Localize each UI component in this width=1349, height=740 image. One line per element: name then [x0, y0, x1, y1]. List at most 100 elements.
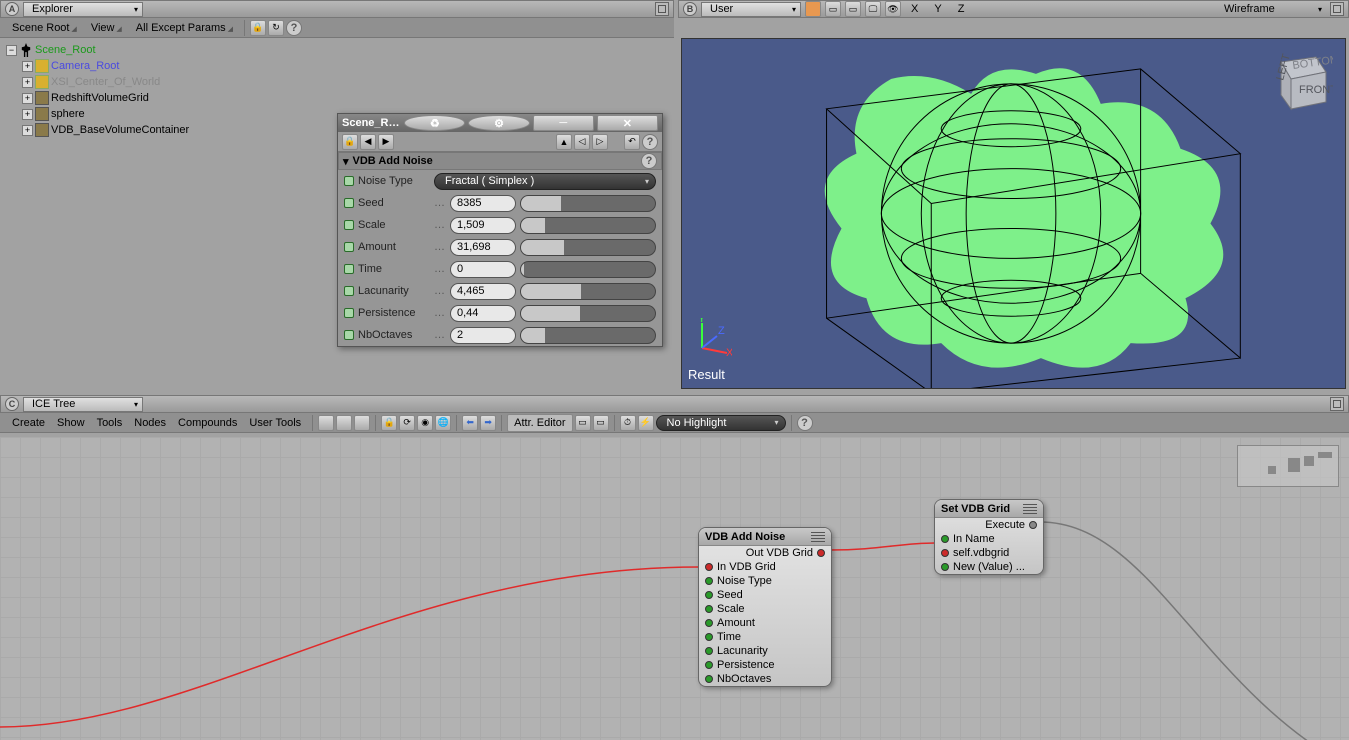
param-value-input[interactable]: 2 [450, 327, 516, 344]
vp-btn-3[interactable]: ▭ [845, 1, 861, 17]
noise-type-dropdown[interactable]: Fractal ( Simplex ) [434, 173, 656, 190]
prev-icon[interactable]: ◀ [360, 134, 376, 150]
node-header[interactable]: VDB Add Noise [699, 528, 831, 546]
back-icon[interactable]: ◁ [574, 134, 590, 150]
param-value-input[interactable]: 1,509 [450, 217, 516, 234]
param-value-input[interactable]: 31,698 [450, 239, 516, 256]
param-value-input[interactable]: 0,44 [450, 305, 516, 322]
in-port[interactable]: NbOctaves [699, 672, 831, 686]
expand-icon[interactable]: + [22, 109, 33, 120]
in-port[interactable]: In VDB Grid [699, 560, 831, 574]
vp-btn-2[interactable]: ▭ [825, 1, 841, 17]
maximize-button[interactable] [1330, 397, 1344, 411]
nav-fwd-icon[interactable]: ➡ [480, 415, 496, 431]
scope-menu[interactable]: Scene Root [6, 22, 83, 34]
param-value-input[interactable]: 8385 [450, 195, 516, 212]
filter-menu[interactable]: All Except Params [130, 22, 239, 34]
tb-icon[interactable]: ▭ [593, 415, 609, 431]
anim-divot[interactable] [344, 264, 354, 274]
fwd-icon[interactable]: ▷ [592, 134, 608, 150]
axis-z-btn[interactable]: Z [952, 3, 971, 15]
in-port[interactable]: Time [699, 630, 831, 644]
in-port[interactable]: Lacunarity [699, 644, 831, 658]
eye-icon[interactable]: 👁 [885, 1, 901, 17]
tree-item[interactable]: + XSI_Center_Of_World [6, 74, 668, 90]
bolt-icon[interactable]: ⚡ [638, 415, 654, 431]
help-icon[interactable]: ? [641, 153, 657, 169]
timer-icon[interactable]: ⏱ [620, 415, 636, 431]
highlight-dropdown[interactable]: No Highlight [656, 415, 786, 431]
ice-menu[interactable]: Compounds [172, 417, 243, 429]
next-icon[interactable]: ▶ [378, 134, 394, 150]
tb-icon[interactable]: ▭ [575, 415, 591, 431]
view-dropdown-explorer[interactable]: Explorer [23, 2, 143, 17]
in-port[interactable]: Scale [699, 602, 831, 616]
view-menu[interactable]: View [85, 22, 128, 34]
close-icon[interactable]: ✕ [597, 115, 658, 131]
ice-graph-view[interactable]: VDB Add Noise Out VDB Grid In VDB GridNo… [0, 437, 1349, 740]
anim-divot[interactable] [344, 330, 354, 340]
anim-divot[interactable] [344, 176, 354, 186]
refresh-icon[interactable]: ⟳ [399, 415, 415, 431]
param-slider[interactable] [520, 239, 656, 256]
attr-editor-btn[interactable]: Attr. Editor [507, 414, 572, 432]
in-port[interactable]: Persistence [699, 658, 831, 672]
camera-dropdown[interactable]: User [701, 2, 801, 17]
anim-divot[interactable] [344, 220, 354, 230]
collapse-icon[interactable]: − [6, 45, 17, 56]
in-port[interactable]: Noise Type [699, 574, 831, 588]
anim-divot[interactable] [344, 198, 354, 208]
maximize-button[interactable] [1330, 2, 1344, 16]
out-port[interactable]: Out VDB Grid [699, 546, 831, 560]
help-icon[interactable]: ? [642, 134, 658, 150]
expand-icon[interactable]: + [22, 93, 33, 104]
ice-menu[interactable]: Tools [91, 417, 129, 429]
node-menu-icon[interactable] [1023, 504, 1037, 514]
view-cube[interactable]: LEFT FRONT BOTTOM [1261, 47, 1333, 119]
ice-menu[interactable]: User Tools [243, 417, 307, 429]
tb-icon[interactable] [336, 415, 352, 431]
gear-icon[interactable]: ⚙ [468, 115, 529, 131]
monitor-icon[interactable]: 🖵 [865, 1, 881, 17]
anim-divot[interactable] [344, 286, 354, 296]
vp-btn-1[interactable] [805, 1, 821, 17]
ice-menu[interactable]: Nodes [128, 417, 172, 429]
tree-root[interactable]: − Scene_Root [6, 42, 668, 58]
anim-divot[interactable] [344, 242, 354, 252]
expand-icon[interactable]: + [22, 125, 33, 136]
tree-item[interactable]: + Camera_Root [6, 58, 668, 74]
param-slider[interactable] [520, 217, 656, 234]
in-port[interactable]: Amount [699, 616, 831, 630]
expand-icon[interactable]: + [22, 77, 33, 88]
3d-viewport[interactable]: Y X Z Result LEFT FRONT BOTTOM [681, 38, 1346, 389]
undo-icon[interactable]: ↶ [624, 134, 640, 150]
in-port[interactable]: New (Value) ... [935, 560, 1043, 574]
panel-letter-a[interactable]: A [5, 2, 19, 16]
globe-icon[interactable]: 🌐 [435, 415, 451, 431]
anim-divot[interactable] [344, 308, 354, 318]
tb-icon[interactable] [354, 415, 370, 431]
lock-icon[interactable]: 🔒 [250, 20, 266, 36]
nav-back-icon[interactable]: ⬅ [462, 415, 478, 431]
param-slider[interactable] [520, 261, 656, 278]
node-header[interactable]: Set VDB Grid [935, 500, 1043, 518]
axis-y-btn[interactable]: Y [928, 3, 947, 15]
ppg-titlebar[interactable]: Scene_Root : VDB_BaseVolumeCon... ♻ ⚙ ─ … [338, 114, 662, 132]
up-icon[interactable]: ▲ [556, 134, 572, 150]
node-vdb-add-noise[interactable]: VDB Add Noise Out VDB Grid In VDB GridNo… [698, 527, 832, 687]
shading-dropdown[interactable]: Wireframe [1216, 2, 1326, 17]
maximize-button[interactable] [655, 2, 669, 16]
in-port[interactable]: self.vdbgrid [935, 546, 1043, 560]
panel-letter-c[interactable]: C [5, 397, 19, 411]
in-port[interactable]: In Name [935, 532, 1043, 546]
ice-menu[interactable]: Create [6, 417, 51, 429]
out-port[interactable]: Execute [935, 518, 1043, 532]
help-icon[interactable]: ? [286, 20, 302, 36]
ice-minimap[interactable] [1237, 445, 1339, 487]
view-dropdown-ice[interactable]: ICE Tree [23, 397, 143, 412]
tb-icon[interactable] [318, 415, 334, 431]
param-slider[interactable] [520, 195, 656, 212]
param-slider[interactable] [520, 283, 656, 300]
refresh-icon[interactable]: ↻ [268, 20, 284, 36]
node-menu-icon[interactable] [811, 532, 825, 542]
